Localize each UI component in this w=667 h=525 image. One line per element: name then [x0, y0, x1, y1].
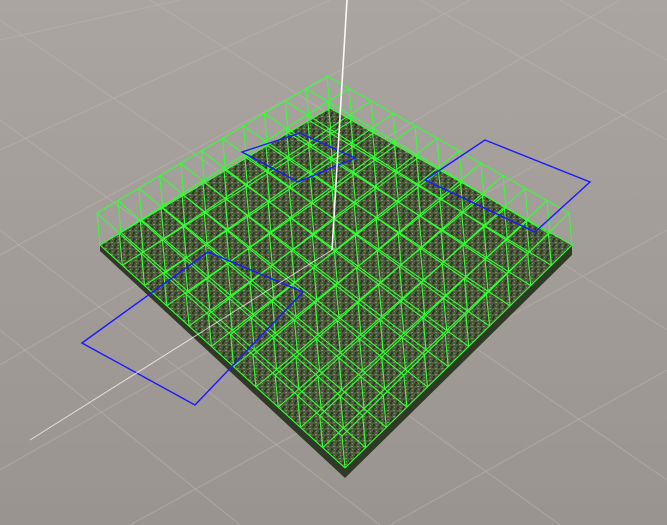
- scene-viewport[interactable]: [0, 0, 667, 525]
- scene-canvas[interactable]: [0, 0, 667, 525]
